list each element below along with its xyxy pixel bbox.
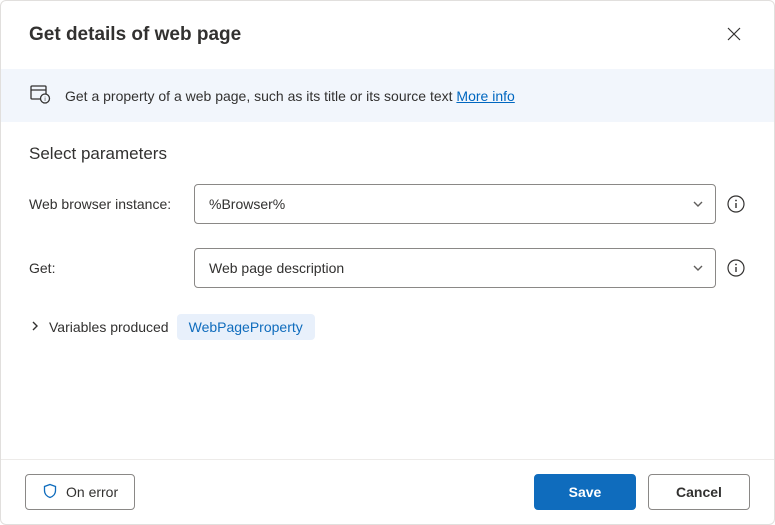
dialog: Get details of web page i Get a property… — [0, 0, 775, 525]
browser-info-button[interactable] — [726, 194, 746, 214]
info-icon — [727, 259, 745, 277]
browser-instance-value: %Browser% — [209, 196, 285, 212]
chevron-down-icon — [691, 197, 705, 211]
shield-icon — [42, 483, 58, 502]
close-icon — [727, 27, 741, 44]
variables-expander[interactable]: Variables produced — [29, 319, 169, 335]
variables-row: Variables produced WebPageProperty — [29, 312, 746, 340]
close-button[interactable] — [718, 19, 750, 51]
get-property-select[interactable]: Web page description — [194, 248, 716, 288]
browser-instance-select[interactable]: %Browser% — [194, 184, 716, 224]
field-browser-row: Web browser instance: %Browser% — [29, 184, 746, 224]
on-error-button[interactable]: On error — [25, 474, 135, 510]
on-error-label: On error — [66, 484, 118, 500]
more-info-link[interactable]: More info — [456, 88, 514, 104]
variables-label: Variables produced — [49, 319, 169, 335]
dialog-footer: On error Save Cancel — [1, 459, 774, 524]
info-banner: i Get a property of a web page, such as … — [1, 69, 774, 122]
banner-text-wrap: Get a property of a web page, such as it… — [65, 88, 515, 104]
variable-badge[interactable]: WebPageProperty — [177, 314, 315, 340]
get-info-button[interactable] — [726, 258, 746, 278]
chevron-down-icon — [691, 261, 705, 275]
field-get-label: Get: — [29, 260, 184, 276]
web-page-icon: i — [29, 83, 51, 108]
field-browser-label: Web browser instance: — [29, 196, 184, 212]
dialog-content: Select parameters Web browser instance: … — [1, 122, 774, 459]
chevron-right-icon — [29, 319, 41, 335]
get-property-value: Web page description — [209, 260, 344, 276]
cancel-button[interactable]: Cancel — [648, 474, 750, 510]
dialog-header: Get details of web page — [1, 1, 774, 69]
footer-actions: Save Cancel — [534, 474, 750, 510]
dialog-title: Get details of web page — [29, 24, 241, 46]
field-get-row: Get: Web page description — [29, 248, 746, 288]
svg-text:i: i — [44, 97, 45, 103]
section-title: Select parameters — [29, 144, 746, 164]
banner-text: Get a property of a web page, such as it… — [65, 88, 453, 104]
save-button[interactable]: Save — [534, 474, 636, 510]
info-icon — [727, 195, 745, 213]
